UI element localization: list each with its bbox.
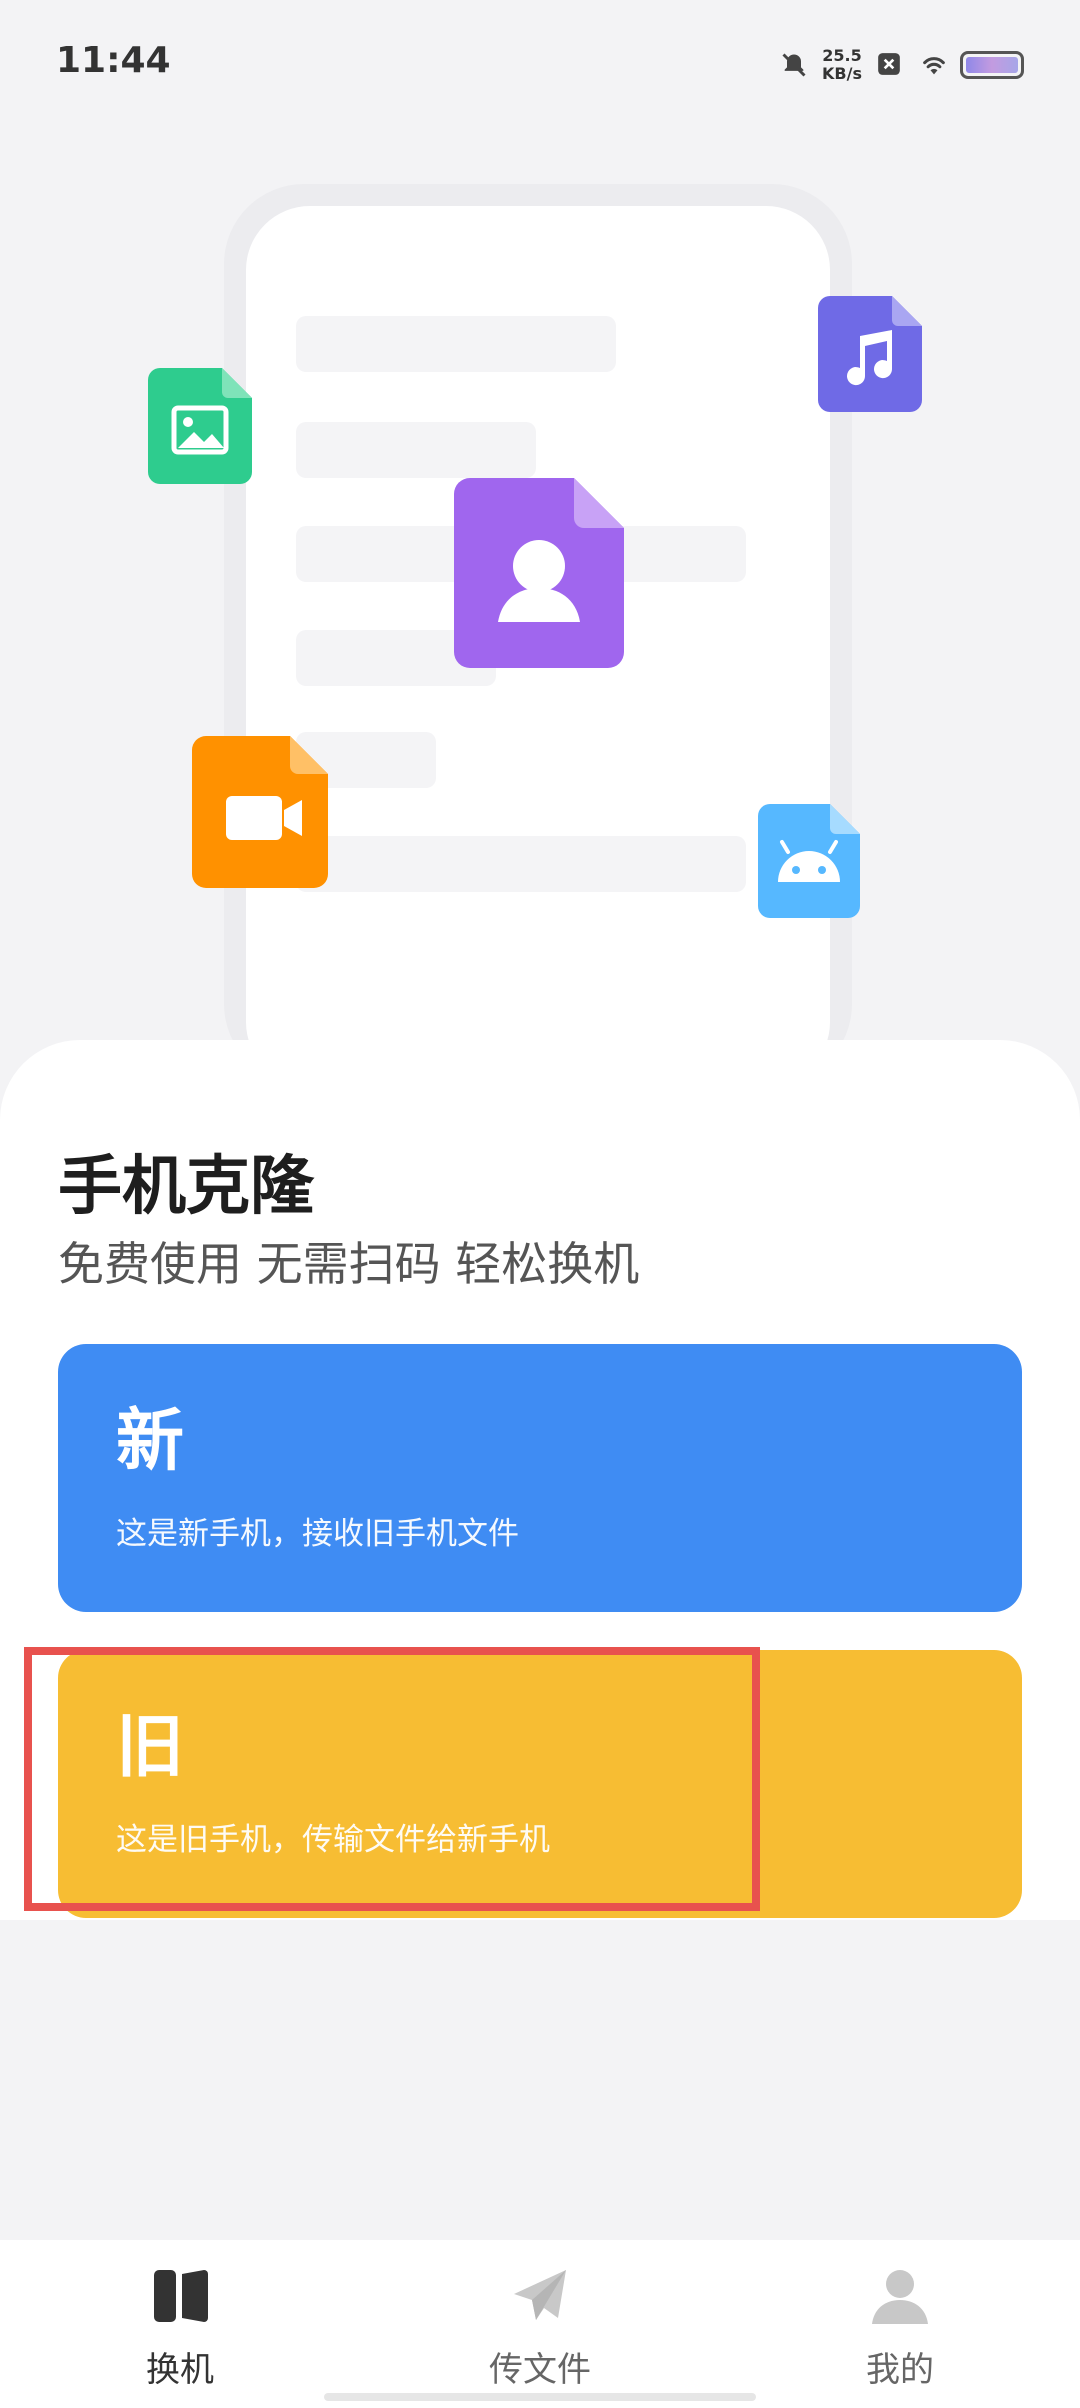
paper-plane-icon	[514, 2270, 566, 2320]
close-box-icon	[876, 51, 904, 79]
nav-item-mine[interactable]: 我的	[800, 2264, 1000, 2391]
contact-file-icon	[454, 478, 624, 668]
status-time: 11:44	[56, 40, 171, 81]
new-phone-label: 新	[116, 1402, 185, 1481]
wifi-icon	[918, 51, 946, 79]
nav-label: 换机	[146, 2350, 214, 2390]
status-bar: 11:44 25.5 KB/s	[0, 0, 1080, 120]
new-phone-card[interactable]: 新 这是新手机，接收旧手机文件	[58, 1344, 1022, 1612]
net-speed: 25.5 KB/s	[822, 47, 862, 83]
placeholder-bar	[296, 836, 746, 892]
status-icons: 25.5 KB/s	[780, 40, 1024, 90]
net-speed-value: 25.5	[822, 46, 862, 65]
placeholder-bar	[296, 316, 616, 372]
net-speed-unit: KB/s	[822, 64, 862, 83]
home-indicator[interactable]	[324, 2393, 756, 2401]
hero-illustration	[0, 120, 1080, 1086]
new-phone-desc: 这是新手机，接收旧手机文件	[116, 1516, 519, 1552]
nav-label: 我的	[866, 2350, 934, 2390]
image-file-icon	[148, 368, 252, 484]
nav-item-transfer[interactable]: 传文件	[440, 2264, 640, 2391]
nav-item-switch[interactable]: 换机	[80, 2264, 280, 2391]
video-file-icon	[192, 736, 328, 888]
music-file-icon	[818, 296, 922, 412]
nav-label: 传文件	[489, 2350, 591, 2390]
highlight-box	[24, 1647, 760, 1911]
placeholder-bar	[296, 422, 536, 478]
page-subtitle: 免费使用 无需扫码 轻松换机	[58, 1237, 640, 1291]
user-icon	[872, 2270, 928, 2324]
phone-switch-icon	[154, 2270, 208, 2322]
battery-level	[966, 57, 1018, 73]
bottom-nav: 换机 传文件 我的	[0, 2240, 1080, 2408]
page-title: 手机克隆	[58, 1150, 314, 1224]
android-file-icon	[758, 804, 860, 918]
mute-bell-icon	[780, 51, 808, 79]
battery-icon	[960, 51, 1024, 79]
